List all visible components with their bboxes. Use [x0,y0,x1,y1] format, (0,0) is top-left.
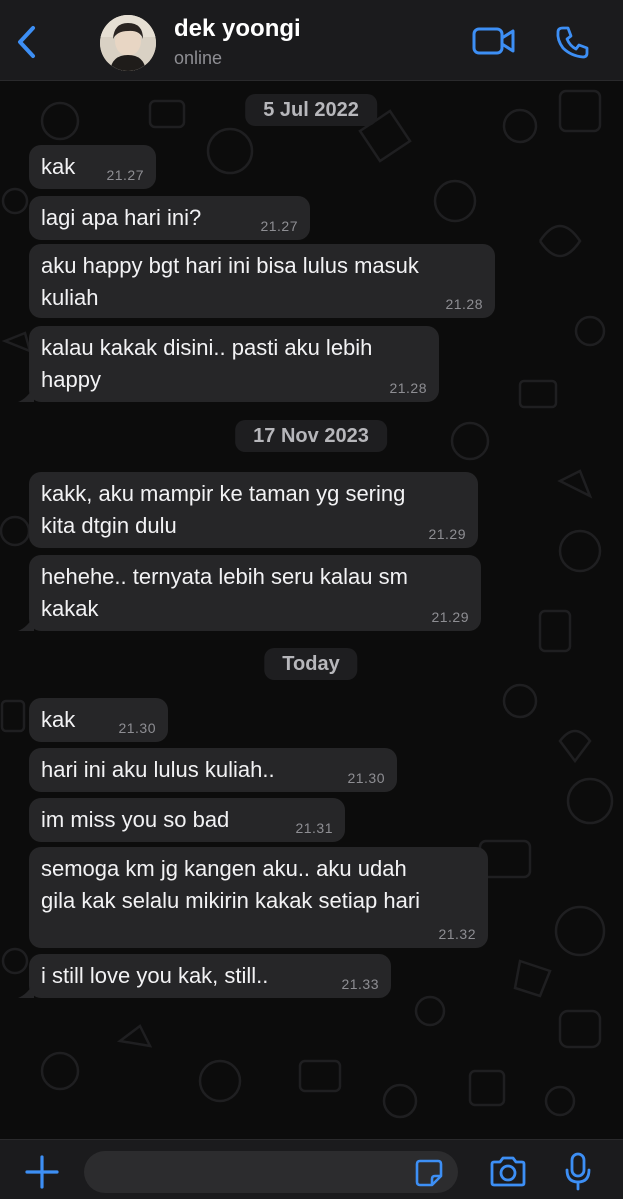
voice-call-button[interactable] [553,22,593,62]
date-separator: 17 Nov 2023 [235,420,387,452]
message-line: kita dtgin dulu [41,513,177,538]
chat-header: dek yoongi online [0,0,623,81]
date-separator: Today [264,648,358,680]
composer-bar [0,1139,623,1199]
attach-button[interactable] [22,1152,62,1192]
message-text: kak [41,707,76,732]
message-list[interactable]: 5 Jul 2022 17 Nov 2023 Today kak 21.27 l… [0,81,623,1139]
message-text: kakk, aku mampir ke taman yg sering kita … [41,478,405,542]
video-camera-icon [472,27,515,55]
message-bubble[interactable]: semoga km jg kangen aku.. aku udah gila k… [29,847,488,948]
message-line: kalau kakak disini.. pasti aku lebih [41,335,373,360]
message-text: im miss you so bad [41,807,230,832]
message-line: kakk, aku mampir ke taman yg sering [41,481,406,506]
message-line: gila kak selalu mikirin kakak setiap har… [41,888,421,913]
message-bubble[interactable]: hehehe.. ternyata lebih seru kalau sm kak… [18,555,481,631]
message-line: kakak [41,596,99,621]
message-time: 21.29 [428,526,466,542]
message-bubble[interactable]: lagi apa hari ini? 21.27 [29,196,310,240]
message-line: hehehe.. ternyata lebih seru kalau sm [41,564,408,589]
message-time: 21.32 [438,926,476,942]
microphone-button[interactable] [560,1150,596,1194]
sticker-icon [415,1159,443,1187]
message-bubble[interactable]: kak 21.30 [29,698,168,742]
message-text: aku happy bgt hari ini bisa lulus masuk k… [41,250,419,314]
bubble-tail [18,615,34,631]
avatar[interactable] [100,15,156,71]
message-time: 21.27 [106,167,144,183]
camera-icon [490,1156,526,1187]
back-button[interactable] [8,20,44,64]
message-bubble[interactable]: im miss you so bad 21.31 [29,798,345,842]
message-line: aku happy bgt hari ini bisa lulus masuk [41,253,419,278]
phone-icon [556,26,589,59]
video-call-button[interactable] [470,24,518,58]
message-line: happy [41,367,101,392]
message-text: semoga km jg kangen aku.. aku udah gila k… [41,853,420,917]
message-text: i still love you kak, still.. [41,963,269,988]
message-text: lagi apa hari ini? [41,205,202,230]
message-text: kalau kakak disini.. pasti aku lebih happ… [41,332,372,396]
message-bubble[interactable]: kak 21.27 [29,145,156,189]
message-time: 21.29 [431,609,469,625]
message-bubble[interactable]: kakk, aku mampir ke taman yg sering kita … [29,472,478,548]
message-text: hehehe.. ternyata lebih seru kalau sm kak… [41,561,408,625]
message-line: kuliah [41,285,99,310]
message-bubble[interactable]: i still love you kak, still.. 21.33 [18,954,391,998]
message-bubble[interactable]: aku happy bgt hari ini bisa lulus masuk k… [29,244,495,318]
message-time: 21.33 [341,976,379,992]
message-bubble[interactable]: kalau kakak disini.. pasti aku lebih happ… [18,326,439,402]
microphone-icon [565,1152,591,1191]
plus-icon [25,1155,59,1189]
sticker-button[interactable] [413,1157,445,1189]
date-separator: 5 Jul 2022 [245,94,377,126]
message-time: 21.31 [295,820,333,836]
contact-status: online [174,48,223,68]
contact-name[interactable]: dek yoongi [174,15,301,43]
camera-button[interactable] [486,1152,530,1192]
bubble-tail [18,386,34,402]
message-time: 21.30 [347,770,385,786]
message-text: hari ini aku lulus kuliah.. [41,757,275,782]
message-text: kak [41,154,76,179]
message-time: 21.28 [445,296,483,312]
message-time: 21.27 [260,218,298,234]
chat-screen: dek yoongi online 5 Jul 2022 17 Nov 2023… [0,0,623,1199]
message-time: 21.30 [118,720,156,736]
avatar-photo [100,15,156,71]
message-time: 21.28 [389,380,427,396]
message-line: semoga km jg kangen aku.. aku udah [41,856,407,881]
bubble-tail [18,982,34,998]
message-bubble[interactable]: hari ini aku lulus kuliah.. 21.30 [29,748,397,792]
message-input[interactable] [84,1151,458,1193]
chevron-left-icon [18,26,35,58]
